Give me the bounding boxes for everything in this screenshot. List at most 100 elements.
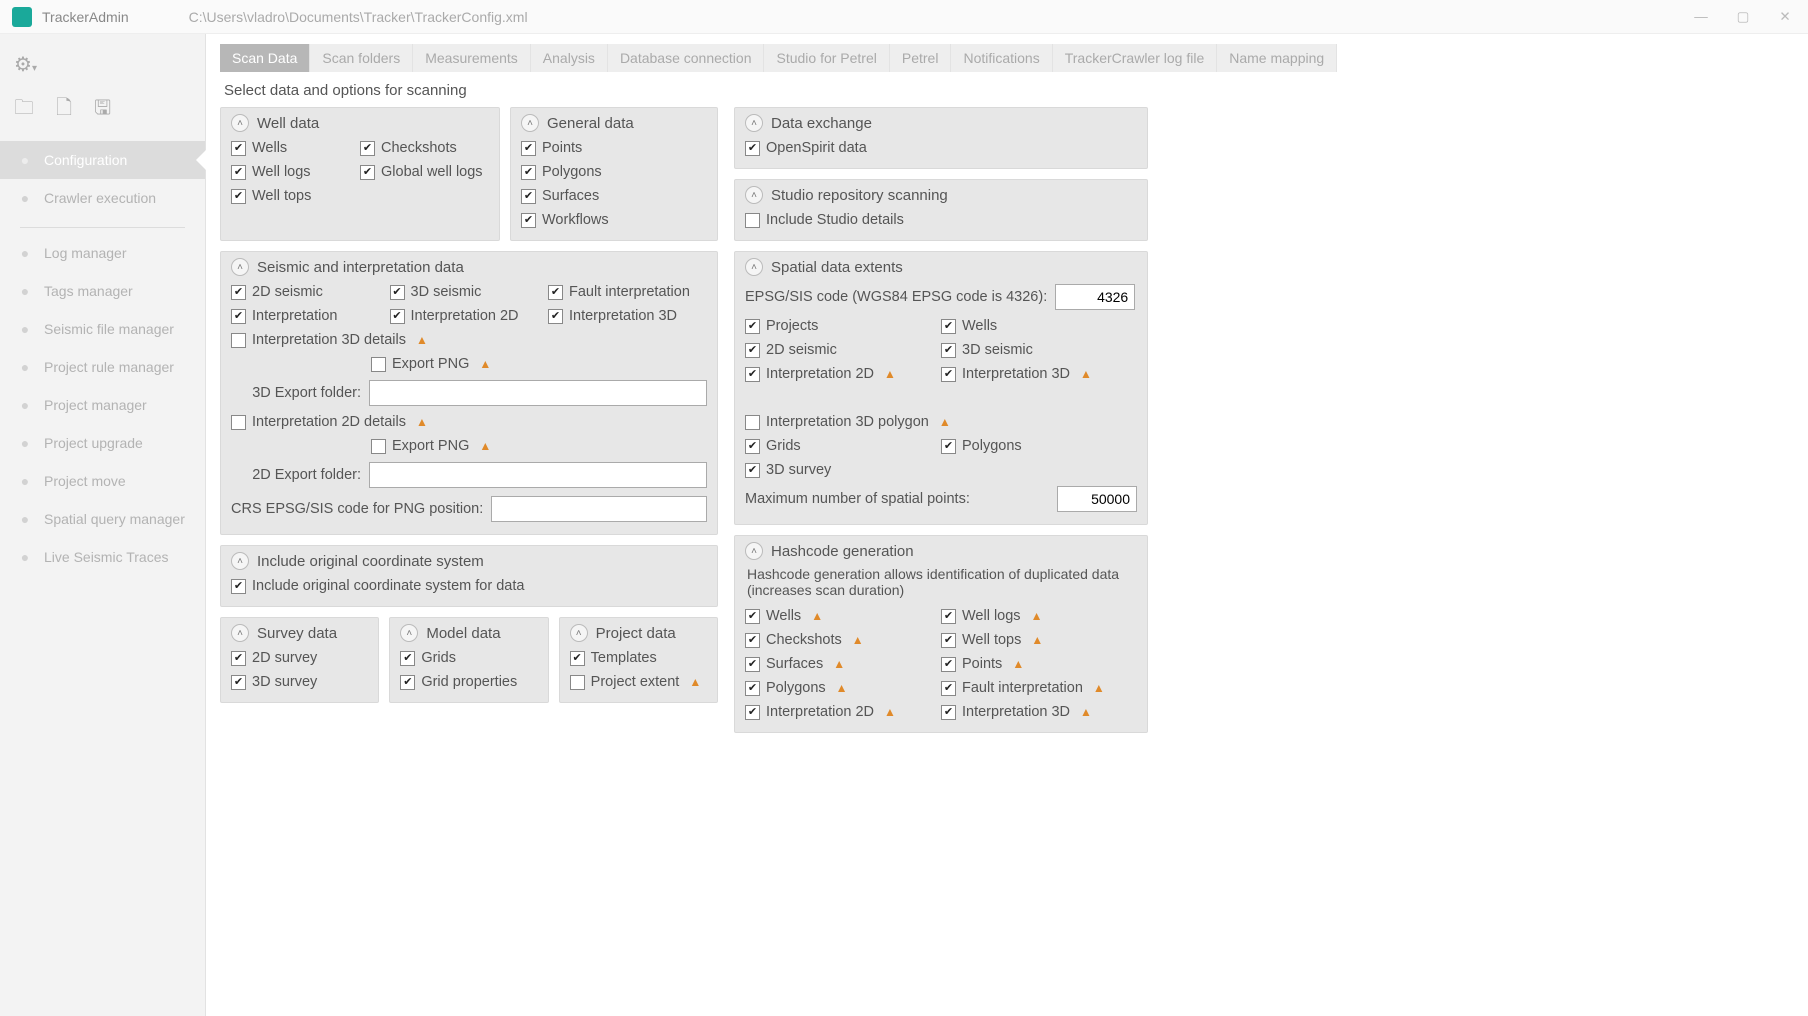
- collapse-icon[interactable]: ˄: [570, 624, 588, 642]
- sidebar-item-project-upgrade[interactable]: ●Project upgrade: [0, 424, 205, 462]
- chk-studio-details[interactable]: Include Studio details: [745, 208, 1137, 232]
- chk-global-well-logs[interactable]: Global well logs: [360, 160, 489, 184]
- chk-interpretation-2d[interactable]: Interpretation 2D: [390, 304, 549, 328]
- panel-coord: ˄Include original coordinate system Incl…: [220, 545, 718, 607]
- sidebar-item-log-manager[interactable]: ●Log manager: [0, 234, 205, 272]
- label-max-points: Maximum number of spatial points:: [745, 491, 1049, 507]
- chk-templates[interactable]: Templates: [570, 646, 707, 670]
- collapse-icon[interactable]: ˄: [400, 624, 418, 642]
- chk-3d-seismic[interactable]: 3D seismic: [390, 280, 549, 304]
- chk-interpretation[interactable]: Interpretation: [231, 304, 390, 328]
- chk-surfaces[interactable]: Surfaces▲: [745, 652, 941, 676]
- chk-grids[interactable]: Grids: [400, 646, 537, 670]
- panel-title: Studio repository scanning: [771, 187, 948, 204]
- sidebar-item-live-seismic-traces[interactable]: ●Live Seismic Traces: [0, 538, 205, 576]
- panel-title: Model data: [426, 625, 500, 642]
- check-icon: ●: [16, 396, 34, 414]
- chk-polygons[interactable]: Polygons: [941, 434, 1137, 458]
- chk-surfaces[interactable]: Surfaces: [521, 184, 707, 208]
- input-max-points[interactable]: [1057, 486, 1137, 512]
- collapse-icon[interactable]: ˄: [745, 186, 763, 204]
- collapse-icon[interactable]: ˄: [745, 258, 763, 276]
- chk-points[interactable]: Points▲: [941, 652, 1137, 676]
- chk-2d-seismic[interactable]: 2D seismic: [231, 280, 390, 304]
- collapse-icon[interactable]: ˄: [745, 114, 763, 132]
- chk-openspirit[interactable]: OpenSpirit data: [745, 136, 1137, 160]
- chk-3d-seismic[interactable]: 3D seismic: [941, 338, 1137, 362]
- chk-3d-survey[interactable]: 3D survey: [231, 670, 368, 694]
- collapse-icon[interactable]: ˄: [521, 114, 539, 132]
- sidebar-item-tags-manager[interactable]: ●Tags manager: [0, 272, 205, 310]
- sidebar-item-project-move[interactable]: ●Project move: [0, 462, 205, 500]
- chk-polygons[interactable]: Polygons▲: [745, 676, 941, 700]
- input-crs[interactable]: [491, 496, 707, 522]
- chk-well-tops[interactable]: Well tops: [231, 184, 360, 208]
- chk-wells[interactable]: Wells: [231, 136, 360, 160]
- collapse-icon[interactable]: ˄: [745, 542, 763, 560]
- chk-interpretation-2d[interactable]: Interpretation 2D▲: [745, 362, 941, 386]
- chk-2d-seismic[interactable]: 2D seismic: [745, 338, 941, 362]
- sidebar-item-crawler-execution[interactable]: ●Crawler execution: [0, 179, 205, 217]
- chk-export-png-3d[interactable]: Export PNG▲: [231, 352, 707, 376]
- chk-2d-survey[interactable]: 2D survey: [231, 646, 368, 670]
- save-icon[interactable]: 🖫: [94, 93, 111, 127]
- input-3d-folder[interactable]: [369, 380, 707, 406]
- chk-3d-survey[interactable]: 3D survey: [745, 458, 941, 482]
- chk-wells[interactable]: Wells: [941, 314, 1137, 338]
- gear-icon[interactable]: ⚙▾: [14, 52, 37, 77]
- collapse-icon[interactable]: ˄: [231, 114, 249, 132]
- input-2d-folder[interactable]: [369, 462, 707, 488]
- chk-checkshots[interactable]: Checkshots: [360, 136, 489, 160]
- chk-well-logs[interactable]: Well logs: [231, 160, 360, 184]
- tab-name-mapping[interactable]: Name mapping: [1217, 44, 1337, 72]
- tab-scan-folders[interactable]: Scan folders: [310, 44, 413, 72]
- tab-petrel[interactable]: Petrel: [890, 44, 952, 72]
- panel-title: Hashcode generation: [771, 543, 914, 560]
- tab-measurements[interactable]: Measurements: [413, 44, 531, 72]
- tab-analysis[interactable]: Analysis: [531, 44, 608, 72]
- chk-interp2d-details[interactable]: Interpretation 2D details▲: [231, 410, 707, 434]
- maximize-button[interactable]: ▢: [1732, 9, 1754, 25]
- chk-interpretation-2d[interactable]: Interpretation 2D▲: [745, 700, 941, 724]
- close-button[interactable]: ✕: [1774, 9, 1796, 25]
- tab-database-connection[interactable]: Database connection: [608, 44, 765, 72]
- sidebar-item-seismic-file-manager[interactable]: ●Seismic file manager: [0, 310, 205, 348]
- panel-data-exchange: ˄Data exchange OpenSpirit data: [734, 107, 1148, 169]
- chk-polygons[interactable]: Polygons: [521, 160, 707, 184]
- chk-projects[interactable]: Projects: [745, 314, 941, 338]
- panel-studio: ˄ Studio repository scanning Include Stud…: [734, 179, 1148, 241]
- chk-interp3d-details[interactable]: Interpretation 3D details▲: [231, 328, 707, 352]
- chk-fault-interpretation[interactable]: Fault interpretation▲: [941, 676, 1137, 700]
- sidebar-item-project-manager[interactable]: ●Project manager: [0, 386, 205, 424]
- tab-studio-for-petrel[interactable]: Studio for Petrel: [764, 44, 889, 72]
- tab-trackercrawler-log-file[interactable]: TrackerCrawler log file: [1053, 44, 1218, 72]
- open-folder-icon[interactable]: 🗀: [14, 93, 34, 127]
- chk-points[interactable]: Points: [521, 136, 707, 160]
- collapse-icon[interactable]: ˄: [231, 552, 249, 570]
- tab-scan-data[interactable]: Scan Data: [220, 44, 310, 72]
- chk-grid-properties[interactable]: Grid properties: [400, 670, 537, 694]
- sidebar-item-spatial-query-manager[interactable]: ●Spatial query manager: [0, 500, 205, 538]
- chk-interpretation-3d[interactable]: Interpretation 3D: [548, 304, 707, 328]
- chk-well-logs[interactable]: Well logs▲: [941, 604, 1137, 628]
- chk-well-tops[interactable]: Well tops▲: [941, 628, 1137, 652]
- chk-project-extent[interactable]: Project extent▲: [570, 670, 707, 694]
- collapse-icon[interactable]: ˄: [231, 258, 249, 276]
- chk-interpretation-3d[interactable]: Interpretation 3D▲: [941, 700, 1137, 724]
- chk-interpretation-3d-polygon[interactable]: Interpretation 3D polygon▲: [745, 410, 951, 434]
- chk-include-coord[interactable]: Include original coordinate system for d…: [231, 574, 707, 598]
- chk-fault-interpretation[interactable]: Fault interpretation: [548, 280, 707, 304]
- chk-grids[interactable]: Grids: [745, 434, 941, 458]
- sidebar-item-configuration[interactable]: ●Configuration: [0, 141, 205, 179]
- chk-export-png-2d[interactable]: Export PNG▲: [231, 434, 707, 458]
- chk-workflows[interactable]: Workflows: [521, 208, 707, 232]
- sidebar-item-project-rule-manager[interactable]: ●Project rule manager: [0, 348, 205, 386]
- chk-wells[interactable]: Wells▲: [745, 604, 941, 628]
- chk-interpretation-3d[interactable]: Interpretation 3D▲: [941, 362, 1137, 386]
- input-epsg[interactable]: [1055, 284, 1135, 310]
- collapse-icon[interactable]: ˄: [231, 624, 249, 642]
- minimize-button[interactable]: —: [1690, 9, 1712, 25]
- chk-checkshots[interactable]: Checkshots▲: [745, 628, 941, 652]
- new-file-icon[interactable]: 🗋: [56, 93, 72, 127]
- tab-notifications[interactable]: Notifications: [951, 44, 1052, 72]
